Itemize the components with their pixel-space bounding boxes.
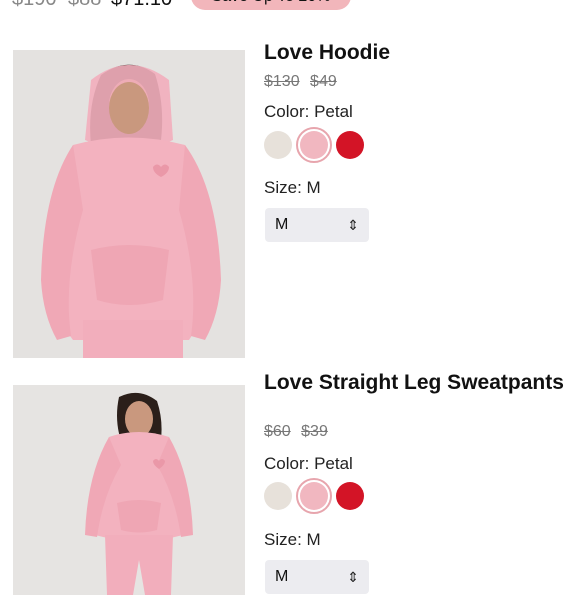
sweatpants-model-illustration [13,385,245,595]
product-title[interactable]: Love Hoodie [264,42,564,64]
save-badge: Save Up To 20% [191,0,351,10]
size-select[interactable]: M ⇕ [265,560,369,594]
product-prices: $130 $49 [264,73,343,91]
color-label: Color: Petal [264,454,353,473]
size-select-value: M [275,216,289,233]
size-select-value: M [275,568,289,585]
bundle-old-price: $190 [12,0,57,11]
swatch-petal[interactable] [296,478,332,514]
bundle-price-bar: $190 $88 $71.10 Save Up To 20% [0,0,580,18]
swatch-sand[interactable] [264,131,292,159]
bundle-new-price: $71.10 [111,0,172,11]
color-swatches [264,478,364,514]
chevron-up-down-icon: ⇕ [347,568,359,585]
swatch-red[interactable] [336,482,364,510]
hoodie-model-illustration [13,50,245,358]
swatch-petal[interactable] [296,127,332,163]
product-prices: $60 $39 [264,423,334,441]
price-new: $39 [301,423,328,440]
bundle-old-price-2: $88 [68,0,101,11]
size-select[interactable]: M ⇕ [265,208,369,242]
color-swatches [264,127,364,163]
size-label: Size: M [264,530,321,549]
size-label: Size: M [264,178,321,197]
product-image[interactable] [13,385,245,595]
color-label: Color: Petal [264,102,353,121]
swatch-sand[interactable] [264,482,292,510]
product-image[interactable] [13,50,245,358]
product-title[interactable]: Love Straight Leg Sweatpants [264,372,564,394]
price-old: $130 [264,73,300,90]
swatch-red[interactable] [336,131,364,159]
price-new: $49 [310,73,337,90]
chevron-up-down-icon: ⇕ [347,216,359,233]
price-old: $60 [264,423,291,440]
